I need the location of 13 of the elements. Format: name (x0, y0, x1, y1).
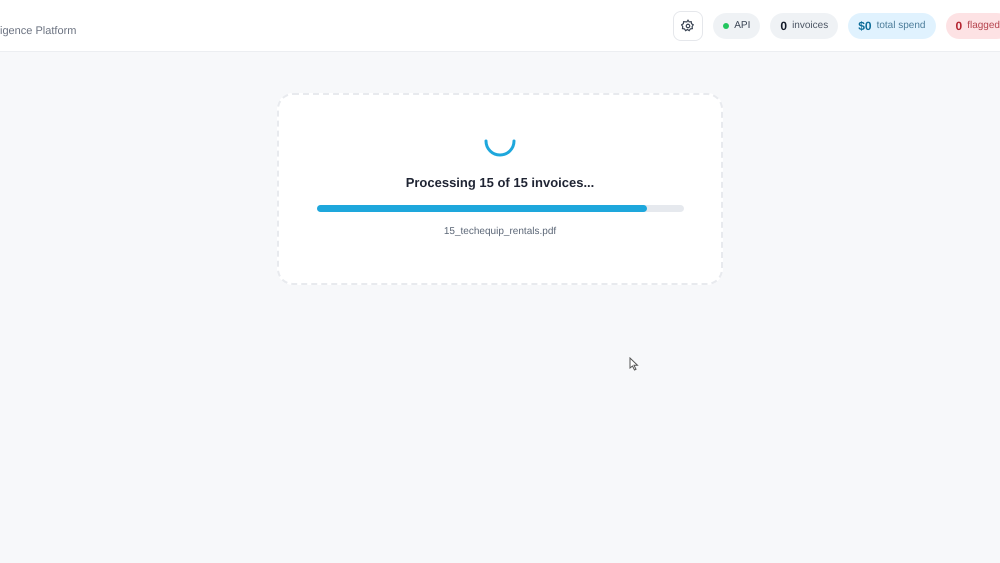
file-name: 15_techequip_rentals.pdf (444, 224, 556, 238)
badge-label: invoices (792, 19, 828, 33)
badge-label: API (734, 19, 750, 33)
badge-label: total spend (876, 19, 926, 33)
badge-value: 0 (956, 18, 962, 34)
app-subtitle: igence Platform (0, 25, 76, 37)
settings-icon (681, 18, 696, 32)
badge-value: 0 (780, 18, 788, 34)
badge-value: $0 (858, 18, 872, 34)
badge-label: flagged (967, 19, 1000, 33)
progress-title: Processing 15 of 15 invoices... (406, 174, 594, 192)
cursor-icon (629, 357, 639, 371)
settings-button[interactable] (673, 10, 704, 40)
